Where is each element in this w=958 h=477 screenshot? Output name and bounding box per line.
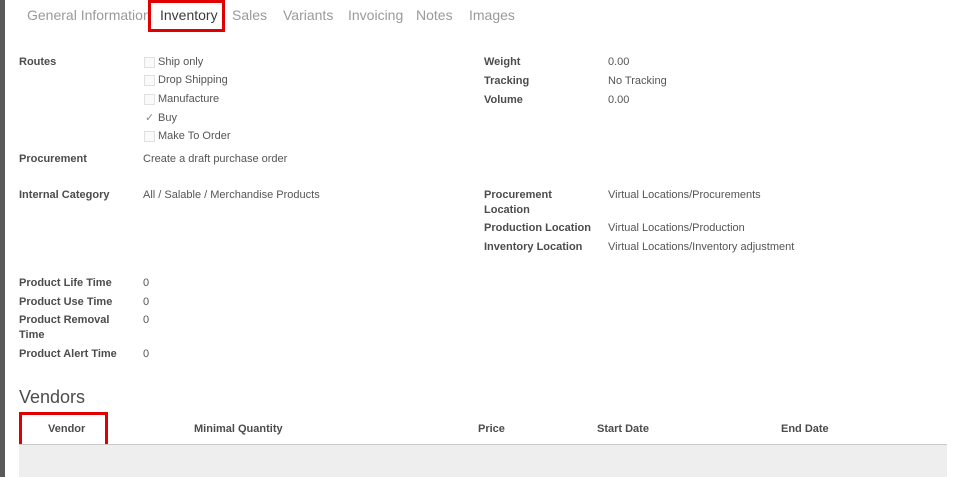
product-alert-time-label: Product Alert Time (19, 348, 117, 360)
vendors-section-title: Vendors (19, 387, 86, 407)
tab-images[interactable]: Images (469, 7, 515, 23)
product-use-time-value: 0 (143, 296, 150, 308)
procurement-location-value: Virtual Locations/Procurements (608, 189, 761, 201)
procurement-location-label-line2: Location (484, 204, 530, 216)
product-removal-time-label-line2: Time (19, 329, 45, 341)
ship-only-label: Ship only (158, 56, 204, 68)
tab-variants[interactable]: Variants (283, 7, 333, 23)
procurement-label: Procurement (19, 153, 87, 165)
vendors-table-body[interactable] (19, 445, 947, 477)
column-header-start-date[interactable]: Start Date (597, 423, 649, 435)
checkmark-icon: ✓ (145, 112, 155, 124)
inventory-location-label: Inventory Location (484, 241, 583, 253)
left-edge-bar (0, 0, 5, 477)
tab-invoicing[interactable]: Invoicing (348, 7, 403, 23)
vendor-column-highlight (19, 412, 108, 448)
manufacture-label: Manufacture (158, 93, 220, 105)
buy-label: Buy (158, 112, 177, 124)
tab-bar: General Information Inventory Sales Vari… (0, 0, 958, 34)
inventory-location-value: Virtual Locations/Inventory adjustment (608, 241, 795, 253)
make-to-order-label: Make To Order (158, 130, 231, 142)
ship-only-checkbox[interactable] (144, 57, 155, 68)
buy-checkbox[interactable]: ✓ (145, 113, 156, 124)
inventory-tab-highlight (148, 0, 225, 32)
tab-sales[interactable]: Sales (232, 7, 267, 23)
volume-value: 0.00 (608, 94, 630, 106)
column-header-minimal-quantity[interactable]: Minimal Quantity (194, 423, 283, 435)
drop-shipping-label: Drop Shipping (158, 74, 228, 86)
tab-notes[interactable]: Notes (416, 7, 453, 23)
procurement-location-label: Procurement (484, 189, 552, 201)
tracking-label: Tracking (484, 75, 530, 87)
internal-category-value: All / Salable / Merchandise Products (143, 189, 320, 201)
procurement-value: Create a draft purchase order (143, 153, 288, 165)
column-header-price[interactable]: Price (478, 423, 505, 435)
tab-general-information[interactable]: General Information (27, 7, 151, 23)
volume-label: Volume (484, 94, 523, 106)
make-to-order-checkbox[interactable] (144, 131, 155, 142)
internal-category-label: Internal Category (19, 189, 110, 201)
weight-label: Weight (484, 56, 521, 68)
production-location-value: Virtual Locations/Production (608, 222, 745, 234)
production-location-label: Production Location (484, 222, 591, 234)
product-removal-time-label: Product Removal (19, 314, 110, 326)
product-use-time-label: Product Use Time (19, 296, 113, 308)
product-removal-time-value: 0 (143, 314, 150, 326)
product-life-time-label: Product Life Time (19, 277, 112, 289)
manufacture-checkbox[interactable] (144, 94, 155, 105)
tracking-value: No Tracking (608, 75, 667, 87)
product-alert-time-value: 0 (143, 348, 150, 360)
drop-shipping-checkbox[interactable] (144, 75, 155, 86)
column-header-end-date[interactable]: End Date (781, 423, 829, 435)
routes-label: Routes (19, 56, 57, 68)
weight-value: 0.00 (608, 56, 630, 68)
product-life-time-value: 0 (143, 277, 150, 289)
